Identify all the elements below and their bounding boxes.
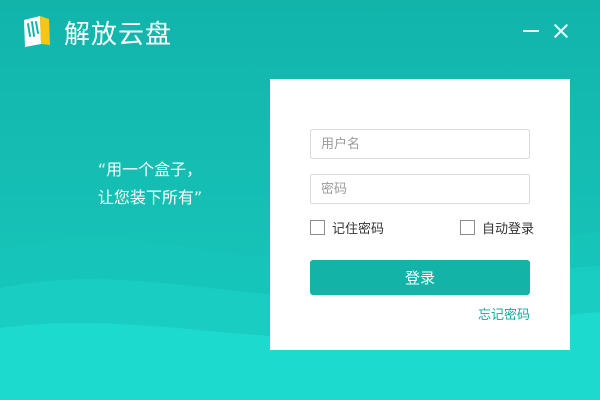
forgot-password-link[interactable]: 忘记密码	[450, 304, 530, 323]
remember-password-label: 记住密码	[332, 221, 385, 237]
remember-password-option[interactable]: 记住密码	[310, 219, 385, 237]
auto-login-option[interactable]: 自动登录	[460, 219, 535, 237]
close-button[interactable]	[548, 18, 574, 44]
minimize-button[interactable]	[518, 18, 544, 44]
password-field	[310, 174, 530, 204]
password-input[interactable]	[311, 175, 529, 203]
slogan-line-1: “用一个盒子，	[97, 160, 203, 179]
username-input[interactable]	[311, 130, 529, 158]
login-window: 解放云盘 “用一个盒子， 让您装下所有” 记住密码 自动登录 登录 忘记密码	[0, 0, 600, 400]
auto-login-label: 自动登录	[482, 221, 535, 237]
title-bar: 解放云盘	[0, 0, 600, 60]
app-title: 解放云盘	[64, 20, 173, 50]
login-card: 记住密码 自动登录 登录 忘记密码	[270, 79, 570, 350]
username-field	[310, 129, 530, 159]
login-button[interactable]: 登录	[310, 260, 530, 295]
slogan-line-2: 让您装下所有”	[97, 188, 203, 207]
auto-login-checkbox[interactable]	[460, 219, 475, 235]
remember-password-checkbox[interactable]	[310, 219, 325, 235]
slogan: “用一个盒子， 让您装下所有”	[60, 156, 240, 212]
app-logo-icon	[24, 16, 50, 47]
